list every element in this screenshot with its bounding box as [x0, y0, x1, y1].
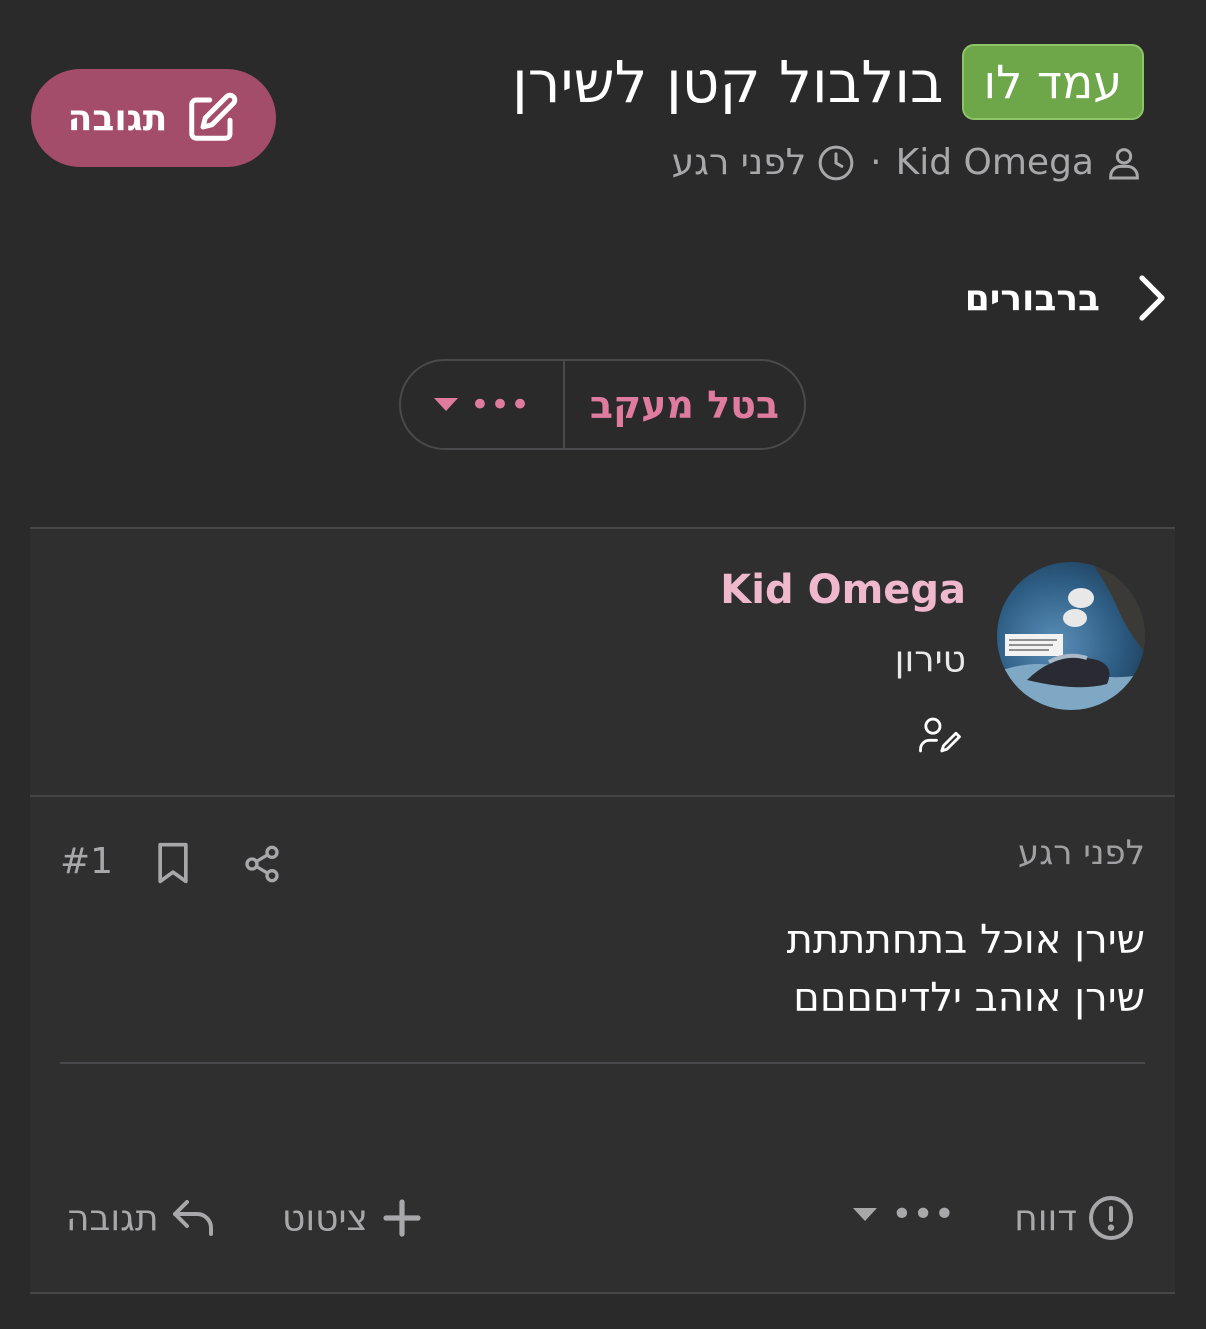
reply-button-top[interactable]: תגובה: [31, 69, 276, 167]
thread-title-row: עמד לו בולבול קטן לשירן: [512, 44, 1144, 120]
thread-meta: Kid Omega · לפני רגע: [672, 142, 1144, 183]
reply-label: תגובה: [66, 1197, 159, 1239]
bookmark-icon[interactable]: [156, 841, 190, 885]
plus-icon: [383, 1199, 421, 1237]
reply-icon: [172, 1200, 213, 1236]
post-more-action[interactable]: •••: [853, 1194, 955, 1235]
user-icon: [1109, 147, 1139, 179]
caret-down-icon: [853, 1207, 878, 1221]
meta-separator: ·: [870, 142, 882, 183]
thread-page: תגובה עמד לו בולבול קטן לשירן Kid Omega …: [0, 0, 1206, 1329]
report-label: דווח: [1014, 1197, 1077, 1239]
post-body-line: שירן אוהב ילדיםםםם: [793, 975, 1145, 1021]
post-divider: [60, 1062, 1145, 1064]
post-header: לפני רגע #1: [30, 797, 1175, 907]
watch-button-group: ••• בטל מעקב: [399, 359, 806, 450]
post-date[interactable]: לפני רגע: [1018, 833, 1145, 873]
post-actions: דווח ••• ציטוט תגובה: [30, 1179, 1175, 1259]
thread-author[interactable]: Kid Omega: [896, 142, 1094, 183]
post-author-rank: טירון: [894, 639, 966, 680]
avatar[interactable]: [997, 562, 1145, 710]
thread-time[interactable]: לפני רגע: [672, 142, 807, 183]
post: Kid Omega טירון לפני רגע #1 שירן אוכל בת: [30, 527, 1175, 1294]
reply-button-label: תגובה: [67, 97, 168, 139]
user-edit-icon[interactable]: [917, 715, 963, 755]
post-author-block: Kid Omega טירון: [30, 529, 1175, 797]
thread-prefix-badge[interactable]: עמד לו: [961, 44, 1144, 120]
post-more-dots: •••: [891, 1194, 955, 1235]
quote-action[interactable]: ציטוט: [282, 1194, 426, 1242]
breadcrumb-label: ברבורים: [964, 277, 1100, 319]
edit-icon: [189, 92, 238, 141]
thread-title: בולבול קטן לשירן: [511, 48, 944, 116]
quote-label: ציטוט: [282, 1197, 368, 1239]
reply-action[interactable]: תגובה: [66, 1194, 217, 1242]
share-icon[interactable]: [242, 843, 282, 885]
caret-down-icon: [433, 397, 458, 411]
alert-circle-icon: [1089, 1196, 1133, 1240]
breadcrumb[interactable]: ברבורים: [965, 270, 1170, 326]
post-body: שירן אוכל בתחתתתת שירן אוהב ילדיםםםם: [345, 911, 1145, 1027]
post-body-line: שירן אוכל בתחתתתת: [786, 917, 1145, 963]
more-options-button[interactable]: •••: [401, 361, 565, 448]
report-action[interactable]: דווח: [1014, 1194, 1135, 1242]
post-number[interactable]: #1: [60, 841, 113, 882]
clock-icon: [818, 145, 854, 180]
post-author-name[interactable]: Kid Omega: [720, 567, 966, 613]
more-options-dots: •••: [469, 384, 531, 425]
unwatch-button[interactable]: בטל מעקב: [565, 361, 804, 448]
chevron-right-icon: [1139, 275, 1165, 321]
